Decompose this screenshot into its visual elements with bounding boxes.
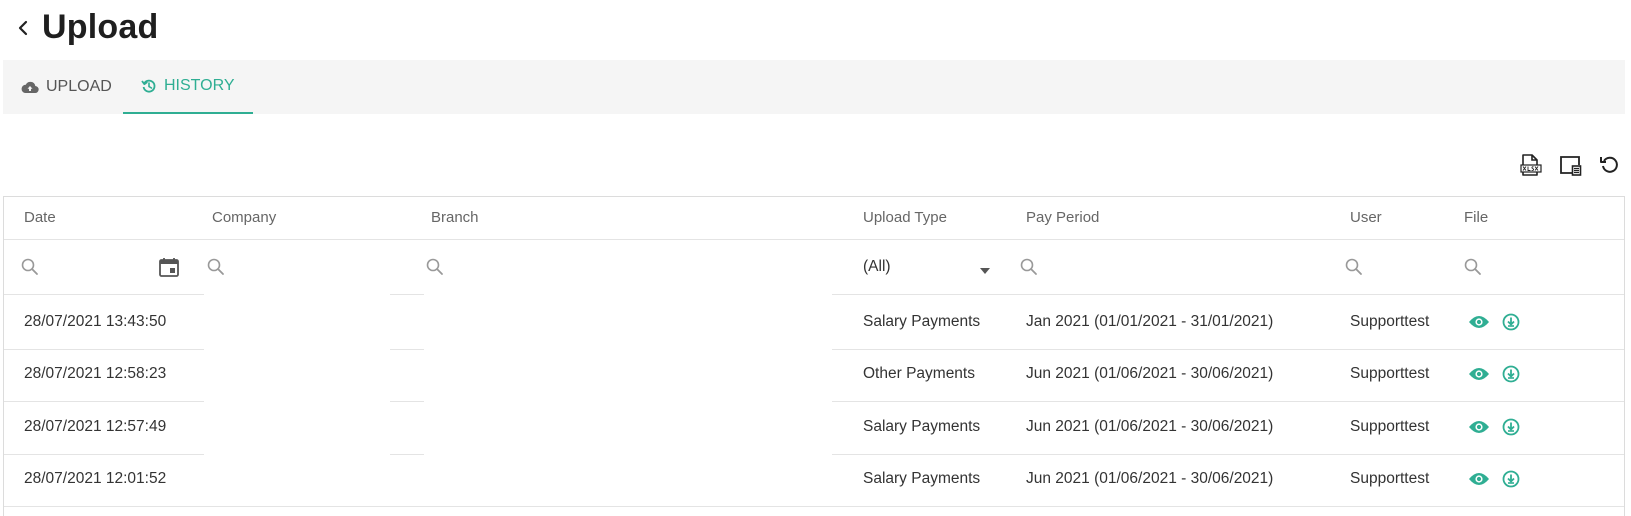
cell-date: 28/07/2021 12:57:49 [24,418,167,435]
export-xlsx-button[interactable] [1517,152,1543,178]
history-grid: Date Company Branch Upload Type Pay Peri… [3,196,1625,516]
refresh-button[interactable] [1597,152,1623,178]
cell-pay-period: Jun 2021 (01/06/2021 - 30/06/2021) [1026,418,1274,435]
cell-date: 28/07/2021 12:01:52 [24,470,167,487]
search-icon [20,257,40,277]
column-chooser-icon [1560,156,1582,176]
cell-company [204,399,390,454]
back-button[interactable] [14,14,36,42]
download-file-icon[interactable] [1502,365,1520,383]
tab-bar: UPLOAD HISTORY [3,60,1625,114]
grid-toolbar [1517,152,1623,178]
date-filter[interactable] [20,239,186,294]
user-filter[interactable] [1344,239,1364,294]
cell-branch [424,451,832,506]
view-file-eye-icon[interactable] [1468,419,1490,435]
column-header-file[interactable]: File [1464,209,1488,226]
cell-file-actions [1468,452,1532,506]
grid-header-row: Date Company Branch Upload Type Pay Peri… [4,197,1624,240]
pay-period-filter[interactable] [1019,239,1039,294]
column-header-upload-type[interactable]: Upload Type [863,209,947,226]
page-header: Upload [0,0,1631,60]
cell-upload-type: Salary Payments [863,470,981,487]
column-header-pay-period[interactable]: Pay Period [1026,209,1099,226]
column-chooser-button[interactable] [1557,152,1583,178]
download-file-icon[interactable] [1502,418,1520,436]
download-file-icon[interactable] [1502,313,1520,331]
table-row[interactable]: 28/07/2021 12:01:52 Salary Payments Jun … [4,451,1624,507]
cell-branch [424,294,832,349]
upload-type-filter-value: (All) [863,257,891,275]
cell-file-actions [1468,295,1532,349]
company-filter[interactable] [206,239,226,294]
cell-user: Supporttest [1350,313,1430,330]
table-row[interactable]: 28/07/2021 13:43:50 Salary Payments Jan … [4,294,1624,350]
cell-upload-type: Other Payments [863,365,975,382]
chevron-left-icon [18,20,28,36]
view-file-eye-icon[interactable] [1468,471,1490,487]
tab-upload-label: UPLOAD [46,78,112,95]
cell-file-actions [1468,400,1532,454]
search-icon [206,257,226,277]
column-header-company[interactable]: Company [212,209,276,226]
table-row[interactable]: 28/07/2021 12:57:49 Salary Payments Jun … [4,399,1624,455]
cell-pay-period: Jun 2021 (01/06/2021 - 30/06/2021) [1026,470,1274,487]
cell-user: Supporttest [1350,365,1430,382]
upload-type-filter-select[interactable]: (All) [863,239,991,294]
cell-company [204,451,390,506]
tab-upload[interactable]: UPLOAD [21,60,112,114]
search-icon [1019,257,1039,277]
export-xlsx-icon [1520,154,1542,176]
cell-pay-period: Jan 2021 (01/01/2021 - 31/01/2021) [1026,313,1274,330]
download-file-icon[interactable] [1502,470,1520,488]
search-icon [425,257,445,277]
branch-filter[interactable] [425,239,445,294]
cell-user: Supporttest [1350,418,1430,435]
cell-file-actions [1468,347,1532,401]
cell-company [204,294,390,349]
column-header-date[interactable]: Date [24,209,56,226]
cell-upload-type: Salary Payments [863,418,981,435]
refresh-icon [1600,156,1618,173]
column-header-branch[interactable]: Branch [431,209,479,226]
history-icon [141,78,157,94]
search-icon [1344,257,1364,277]
search-icon [1463,257,1483,277]
cell-user: Supporttest [1350,470,1430,487]
grid-filter-row: (All) [4,239,1624,295]
cell-branch [424,346,832,401]
view-file-eye-icon[interactable] [1468,314,1490,330]
page-title: Upload [42,8,159,46]
cell-company [204,346,390,401]
calendar-icon[interactable] [158,256,180,278]
tab-history[interactable]: HISTORY [123,60,253,114]
file-filter[interactable] [1463,239,1483,294]
column-header-user[interactable]: User [1350,209,1382,226]
cell-date: 28/07/2021 13:43:50 [24,313,167,330]
cell-upload-type: Salary Payments [863,313,981,330]
cloud-upload-icon [21,80,39,94]
view-file-eye-icon[interactable] [1468,366,1490,382]
caret-down-icon [979,262,991,280]
table-row[interactable]: 28/07/2021 12:58:23 Other Payments Jun 2… [4,346,1624,402]
cell-branch [424,399,832,454]
tab-history-label: HISTORY [164,77,235,94]
cell-pay-period: Jun 2021 (01/06/2021 - 30/06/2021) [1026,365,1274,382]
cell-date: 28/07/2021 12:58:23 [24,365,167,382]
